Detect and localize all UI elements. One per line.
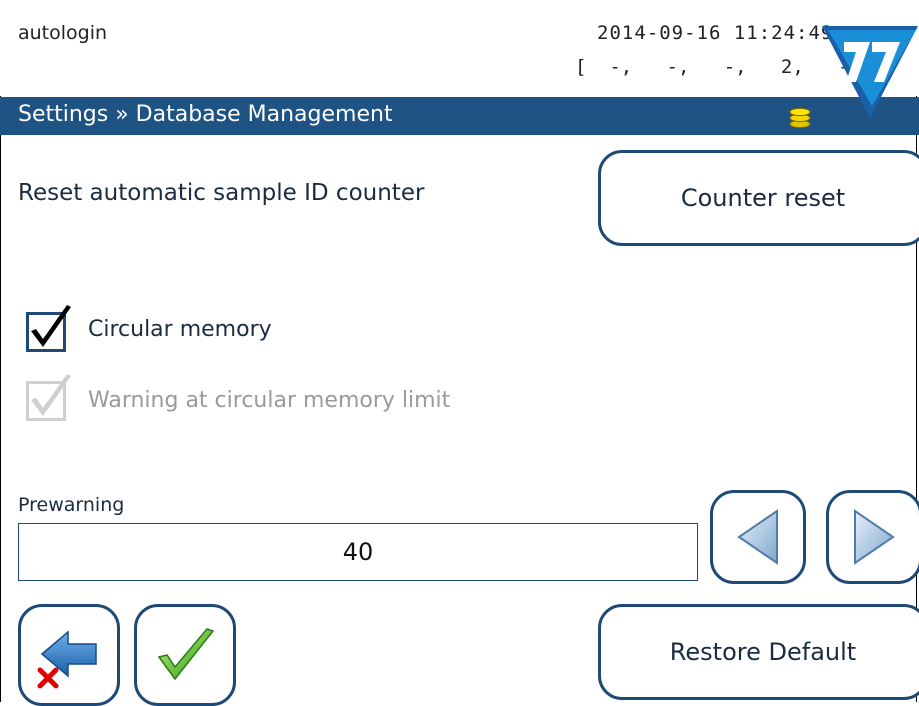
increase-button[interactable] [826,490,919,584]
confirm-button[interactable] [134,604,236,706]
checkmark-icon [31,305,71,347]
triangle-right-icon [854,509,895,565]
back-arrow-cancel-icon [37,630,97,689]
counter-reset-label: Reset automatic sample ID counter [18,180,425,206]
username: autologin [18,22,108,44]
circular-memory-label: Circular memory [88,317,272,342]
status-bar: autologin 2014-09-16 11:24:49 [ -, -, -,… [0,0,919,96]
checkmark-icon [157,628,215,681]
restore-default-button[interactable]: Restore Default [598,604,919,700]
back-cancel-button[interactable] [18,604,120,706]
datetime: 2014-09-16 11:24:49 [597,22,834,44]
status-indicators: [ -, -, -, 2, -] [575,56,861,78]
circular-memory-warning-label: Warning at circular memory limit [88,388,451,413]
triangle-left-icon [737,509,778,565]
77-logo [822,26,918,118]
database-icon [789,107,811,129]
prewarning-value-field[interactable]: 40 [18,523,698,581]
circular-memory-checkbox[interactable] [26,305,71,352]
breadcrumb: Settings » Database Management [18,102,393,127]
prewarning-value: 40 [342,538,374,566]
decrease-button[interactable] [710,490,806,584]
restore-default-button-label: Restore Default [669,638,857,666]
circular-memory-warning-checkbox[interactable] [26,374,71,421]
counter-reset-button-label: Counter reset [680,184,846,212]
prewarning-label: Prewarning [18,494,125,516]
checkmark-icon [31,374,71,416]
counter-reset-button[interactable]: Counter reset [598,150,919,246]
